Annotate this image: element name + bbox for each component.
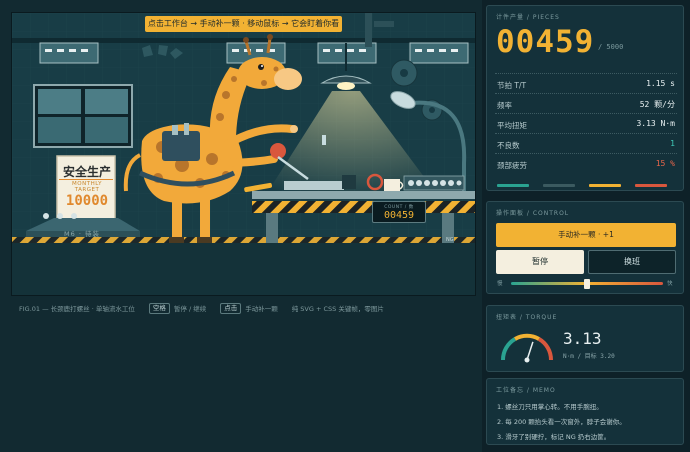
torque-title: 扭矩表 / TORQUE (496, 314, 558, 321)
pieces-count: 00459 (496, 24, 595, 60)
legend-bar (589, 184, 621, 187)
memo-line-1: 1. 螺丝刀只用掌心转。不用手腕扭。 (497, 403, 603, 411)
stat-label: 颈部疲劳 (497, 161, 527, 170)
speed-fast-label: 快 (667, 281, 673, 287)
legend-bar (543, 184, 575, 187)
manual-add-button[interactable]: 手动补一颗 · +1 (496, 223, 676, 247)
control-panel: 操作面板 / CONTROL 手动补一颗 · +1 暂停 换班 慢 快 (486, 201, 684, 294)
safety-sign-title: 安全生产 (62, 165, 111, 179)
stat-row: 节拍 T/T 1.15 s (495, 73, 677, 93)
torque-value: 3.13 (563, 329, 602, 348)
memo-panel: 工位备忘 / MEMO 1. 螺丝刀只用掌心转。不用手腕扭。 2. 每 200 … (486, 378, 684, 445)
ng-bin-label: NG (446, 237, 454, 243)
instruction-banner: 点击工作台 → 手动补一颗 · 移动鼠标 → 它会盯着你看 (145, 16, 342, 32)
click-key-hint: 点击 (220, 302, 242, 314)
stat-row: 颈部疲劳 15 % (495, 153, 677, 173)
legend-bar (497, 184, 529, 187)
shift-change-button[interactable]: 换班 (588, 250, 676, 274)
torque-panel: 扭矩表 / TORQUE 3.13 N·m / 目标 3.20 (486, 305, 684, 372)
speed-slow-label: 慢 (497, 281, 503, 287)
pieces-panel: 计件产量 / PIECES 00459 / 5000 节拍 T/T 1.15 s 频… (486, 5, 684, 191)
bench-counter: COUNT / 数 00459 (372, 201, 426, 223)
bench-counter-value: 00459 (383, 210, 415, 221)
stat-label: 平均扭矩 (497, 121, 527, 130)
memo-line-3: 3. 滑牙了别硬拧，标记 NG 扔右边筐。 (497, 433, 611, 441)
space-key-action: 暂停 / 继续 (173, 305, 207, 313)
stat-value: 3.13 N·m (636, 119, 675, 128)
safety-sign-subtitle: MONTHLY TARGET (72, 181, 102, 193)
stat-value: 1.15 s (646, 79, 675, 88)
factory-illustration (12, 13, 475, 295)
factory-scene[interactable]: 点击工作台 → 手动补一颗 · 移动鼠标 → 它会盯着你看 安全生产 MONTH… (11, 12, 476, 296)
speed-slider-thumb[interactable] (584, 279, 590, 289)
caption-figure: FIG.01 — 长颈鹿打螺丝 · 单轴流水工位 (19, 305, 135, 313)
gauge-arc-low (500, 337, 517, 361)
stat-row: 频率 52 颗/分 (495, 93, 677, 113)
torque-unit: N·m / 目标 3.20 (563, 353, 615, 360)
stage: 点击工作台 → 手动补一颗 · 移动鼠标 → 它会盯着你看 安全生产 MONTH… (0, 0, 482, 452)
click-key-action: 手动补一颗 (245, 305, 278, 313)
gauge-arc-mid (514, 333, 540, 341)
gauge-needle (526, 341, 534, 361)
safety-sign-number: 10000 (65, 193, 109, 209)
pieces-title: 计件产量 / PIECES (496, 14, 560, 21)
stat-value: 1 (670, 139, 675, 148)
stat-label: 不良数 (497, 141, 520, 150)
memo-title: 工位备忘 / MEMO (496, 387, 556, 394)
stat-value: 52 颗/分 (639, 100, 675, 109)
pieces-target: / 5000 (598, 43, 624, 51)
legend-bar (635, 184, 667, 187)
stat-value: 15 % (655, 159, 675, 168)
stat-row: 不良数 1 (495, 133, 677, 153)
figure-caption: FIG.01 — 长颈鹿打螺丝 · 单轴流水工位 空格 暂停 / 继续 点击 手… (19, 302, 384, 314)
stat-label: 节拍 T/T (497, 81, 527, 90)
gauge-hub (524, 357, 530, 363)
caption-note: 纯 SVG + CSS 关键帧，零图片 (291, 305, 384, 313)
memo-line-2: 2. 每 200 颗抬头看一次窗外，脖子会谢你。 (497, 418, 626, 426)
stat-row: 平均扭矩 3.13 N·m (495, 113, 677, 133)
torque-gauge (500, 333, 554, 363)
cart-label: M6 · 待装 (64, 230, 100, 238)
gauge-arc-high (537, 337, 554, 361)
space-key-hint: 空格 (148, 302, 170, 314)
control-title: 操作面板 / CONTROL (496, 210, 570, 217)
stat-label: 频率 (497, 101, 512, 110)
pause-button[interactable]: 暂停 (496, 250, 584, 274)
